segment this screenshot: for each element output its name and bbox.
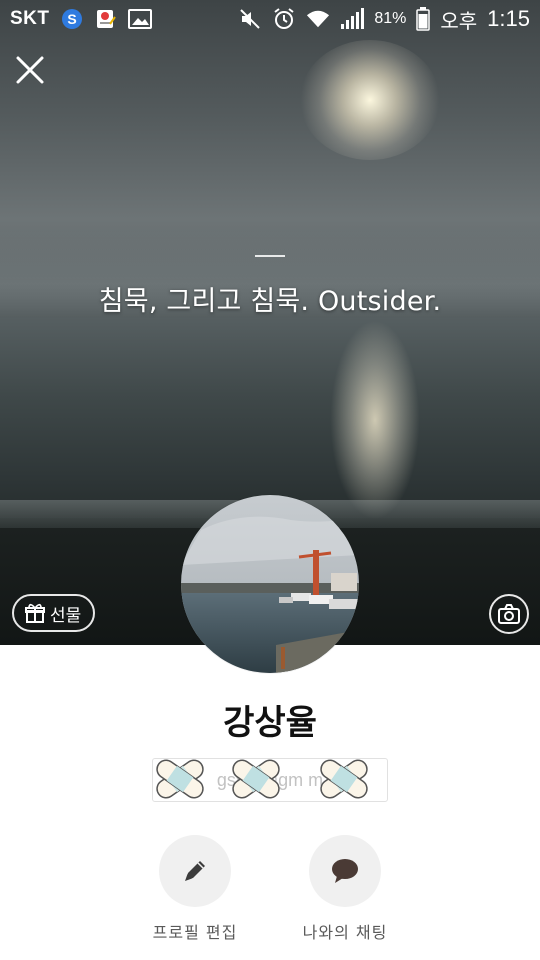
- wifi-icon: [306, 8, 330, 30]
- chat-with-me-button[interactable]: 나와의 채팅: [280, 835, 410, 943]
- status-divider: [255, 255, 285, 257]
- profile-name: 강상율: [223, 703, 317, 743]
- carrier-label: SKT: [10, 8, 50, 29]
- change-cover-button[interactable]: [489, 594, 529, 634]
- close-icon: [16, 56, 44, 84]
- chat-with-me-label: 나와의 채팅: [302, 923, 388, 942]
- harbor-photo: [181, 495, 359, 673]
- edit-profile-button[interactable]: 프로필 편집: [130, 835, 260, 943]
- s-app-icon: S: [60, 8, 84, 30]
- gift-label: 선물: [50, 605, 82, 626]
- signal-icon: [340, 8, 365, 30]
- clock-time: 1:15: [487, 6, 530, 31]
- gift-button[interactable]: 선물: [12, 594, 96, 632]
- gs-notification-icon: [94, 8, 118, 30]
- bandage-sticker-3: [312, 752, 376, 806]
- battery-icon: [416, 7, 431, 31]
- edit-profile-label: 프로필 편집: [152, 923, 238, 942]
- status-bar: SKT S 81% 오후 1:15: [0, 0, 540, 38]
- camera-icon: [498, 604, 520, 624]
- mute-icon: [238, 8, 262, 30]
- chat-bubble-icon: [332, 859, 358, 883]
- battery-percent: 81%: [374, 10, 407, 27]
- status-message-area: 침묵, 그리고 침묵. Outsider.: [0, 255, 540, 318]
- bandage-sticker-1: [148, 752, 212, 806]
- chat-with-me-circle: [309, 835, 381, 907]
- close-button[interactable]: [12, 52, 48, 88]
- pencil-icon: [185, 861, 205, 881]
- bandage-sticker-2: [224, 752, 288, 806]
- gift-icon: [25, 603, 45, 623]
- edit-profile-circle: [159, 835, 231, 907]
- image-notification-icon: [127, 8, 152, 30]
- clock-ampm: 오후: [440, 8, 478, 33]
- profile-avatar[interactable]: [181, 495, 359, 673]
- cover-sea: [0, 318, 540, 518]
- svg-text:S: S: [67, 11, 76, 27]
- status-message: 침묵, 그리고 침묵. Outsider.: [98, 286, 442, 317]
- alarm-icon: [272, 8, 296, 30]
- cover-sun: [300, 40, 440, 160]
